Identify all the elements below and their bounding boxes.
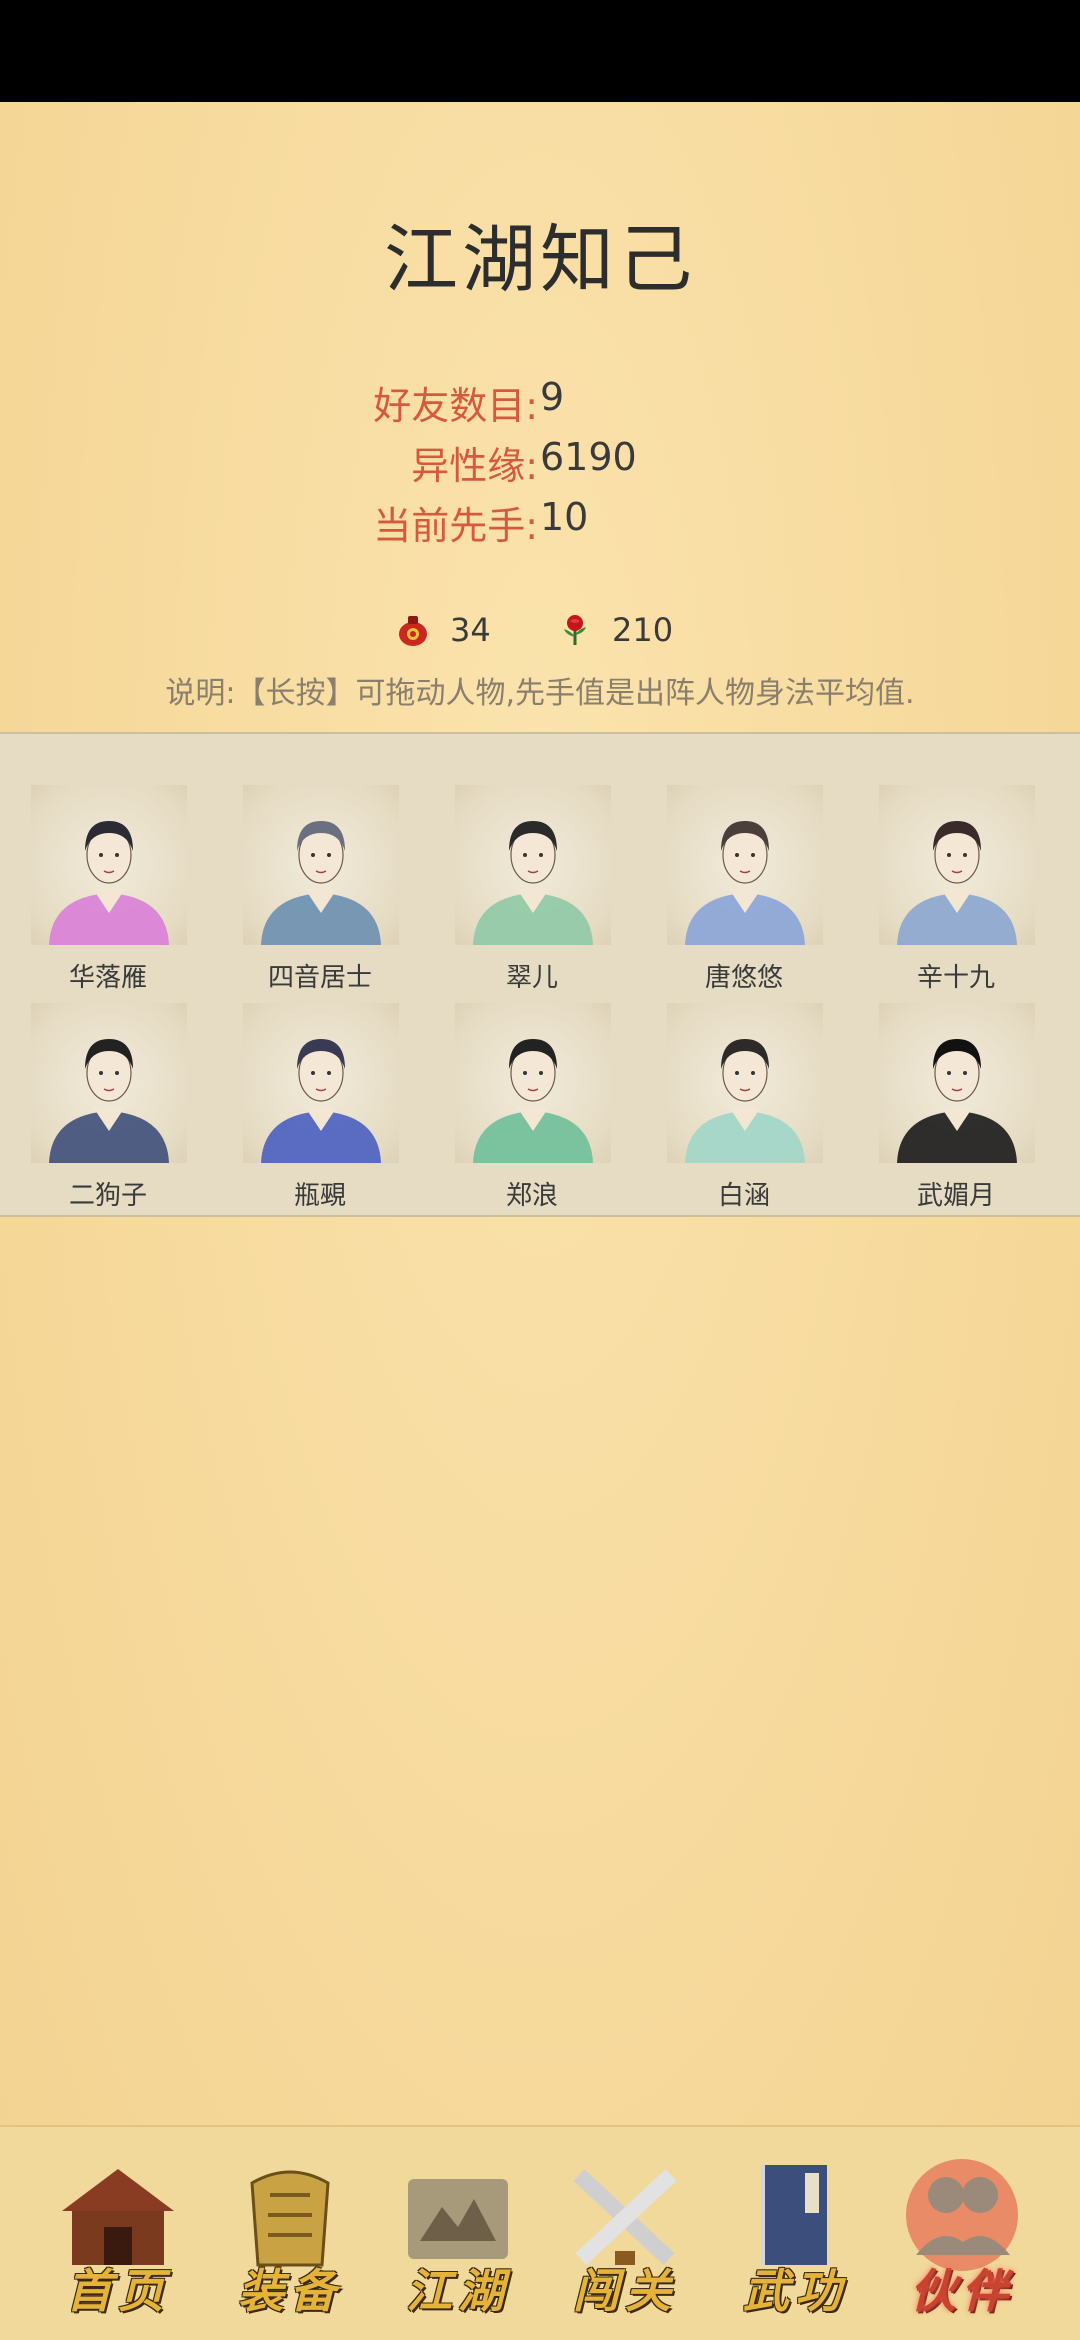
nav-label: 首页	[66, 2264, 170, 2318]
friend-card[interactable]: 四音居士	[235, 785, 405, 995]
friend-name: 郑浪	[505, 1181, 558, 1211]
stat-value: 10	[540, 495, 589, 539]
friend-name: 唐悠悠	[704, 963, 783, 993]
stat-label: 当前先手:	[373, 504, 538, 548]
stat-friend-count: 好友数目: 9	[0, 375, 1080, 428]
friend-card[interactable]: 唐悠悠	[659, 785, 829, 995]
friend-name: 瓶覡	[293, 1181, 346, 1211]
friend-name: 武媚月	[916, 1181, 995, 1211]
nav-item[interactable]: 闯关	[550, 2155, 700, 2318]
nav-item[interactable]: 武功	[720, 2155, 870, 2318]
portrait-image	[455, 1003, 611, 1163]
friend-card[interactable]: 华落雁	[23, 785, 193, 995]
friend-name: 二狗子	[68, 1181, 147, 1211]
nav-label: 伙伴	[910, 2264, 1014, 2318]
portrait-image	[243, 785, 399, 945]
portrait-image	[667, 1003, 823, 1163]
portrait-image	[31, 1003, 187, 1163]
nav-label: 装备	[238, 2264, 342, 2318]
nav-label: 武功	[743, 2264, 847, 2318]
friend-card[interactable]: 郑浪	[447, 1003, 617, 1213]
nav-item[interactable]: 江湖	[383, 2155, 533, 2318]
portrait-image	[243, 1003, 399, 1163]
friend-card[interactable]: 二狗子	[23, 1003, 193, 1213]
friend-name: 翠儿	[505, 963, 558, 993]
friend-name: 辛十九	[916, 963, 995, 993]
friend-card[interactable]: 武媚月	[871, 1003, 1041, 1213]
friend-name: 华落雁	[68, 963, 147, 993]
friend-name: 白涵	[717, 1181, 770, 1211]
portrait-image	[667, 785, 823, 945]
gourd-resource: 34	[396, 608, 491, 652]
portrait-image	[879, 1003, 1035, 1163]
friend-card[interactable]: 白涵	[659, 1003, 829, 1213]
friend-card[interactable]: 辛十九	[871, 785, 1041, 995]
status-bar	[0, 0, 1080, 102]
stat-value: 6190	[540, 435, 637, 479]
stat-label: 好友数目:	[373, 384, 538, 428]
rose-icon	[564, 615, 586, 645]
portrait-image	[879, 785, 1035, 945]
stat-initiative: 当前先手: 10	[0, 495, 1080, 548]
nav-label: 江湖	[406, 2264, 510, 2318]
nav-item[interactable]: 首页	[43, 2155, 193, 2318]
stat-label: 异性缘:	[411, 444, 538, 488]
nav-item[interactable]: 伙伴	[887, 2155, 1037, 2318]
stat-value: 9	[540, 375, 565, 419]
rose-resource: 210	[558, 608, 673, 652]
page-title: 江湖知己	[384, 217, 696, 303]
nav-item[interactable]: 装备	[215, 2155, 365, 2318]
friend-card[interactable]: 翠儿	[447, 785, 617, 995]
portrait-image	[455, 785, 611, 945]
stat-charm: 异性缘: 6190	[0, 435, 1080, 488]
gourd-count: 34	[450, 611, 491, 649]
wine-gourd-icon	[399, 616, 427, 646]
instruction-note: 说明:【长按】可拖动人物,先手值是出阵人物身法平均值.	[165, 676, 915, 711]
nav-label: 闯关	[573, 2264, 677, 2318]
portrait-image	[31, 785, 187, 945]
friend-card[interactable]: 瓶覡	[235, 1003, 405, 1213]
friend-name: 四音居士	[267, 963, 372, 993]
rose-count: 210	[612, 611, 674, 649]
